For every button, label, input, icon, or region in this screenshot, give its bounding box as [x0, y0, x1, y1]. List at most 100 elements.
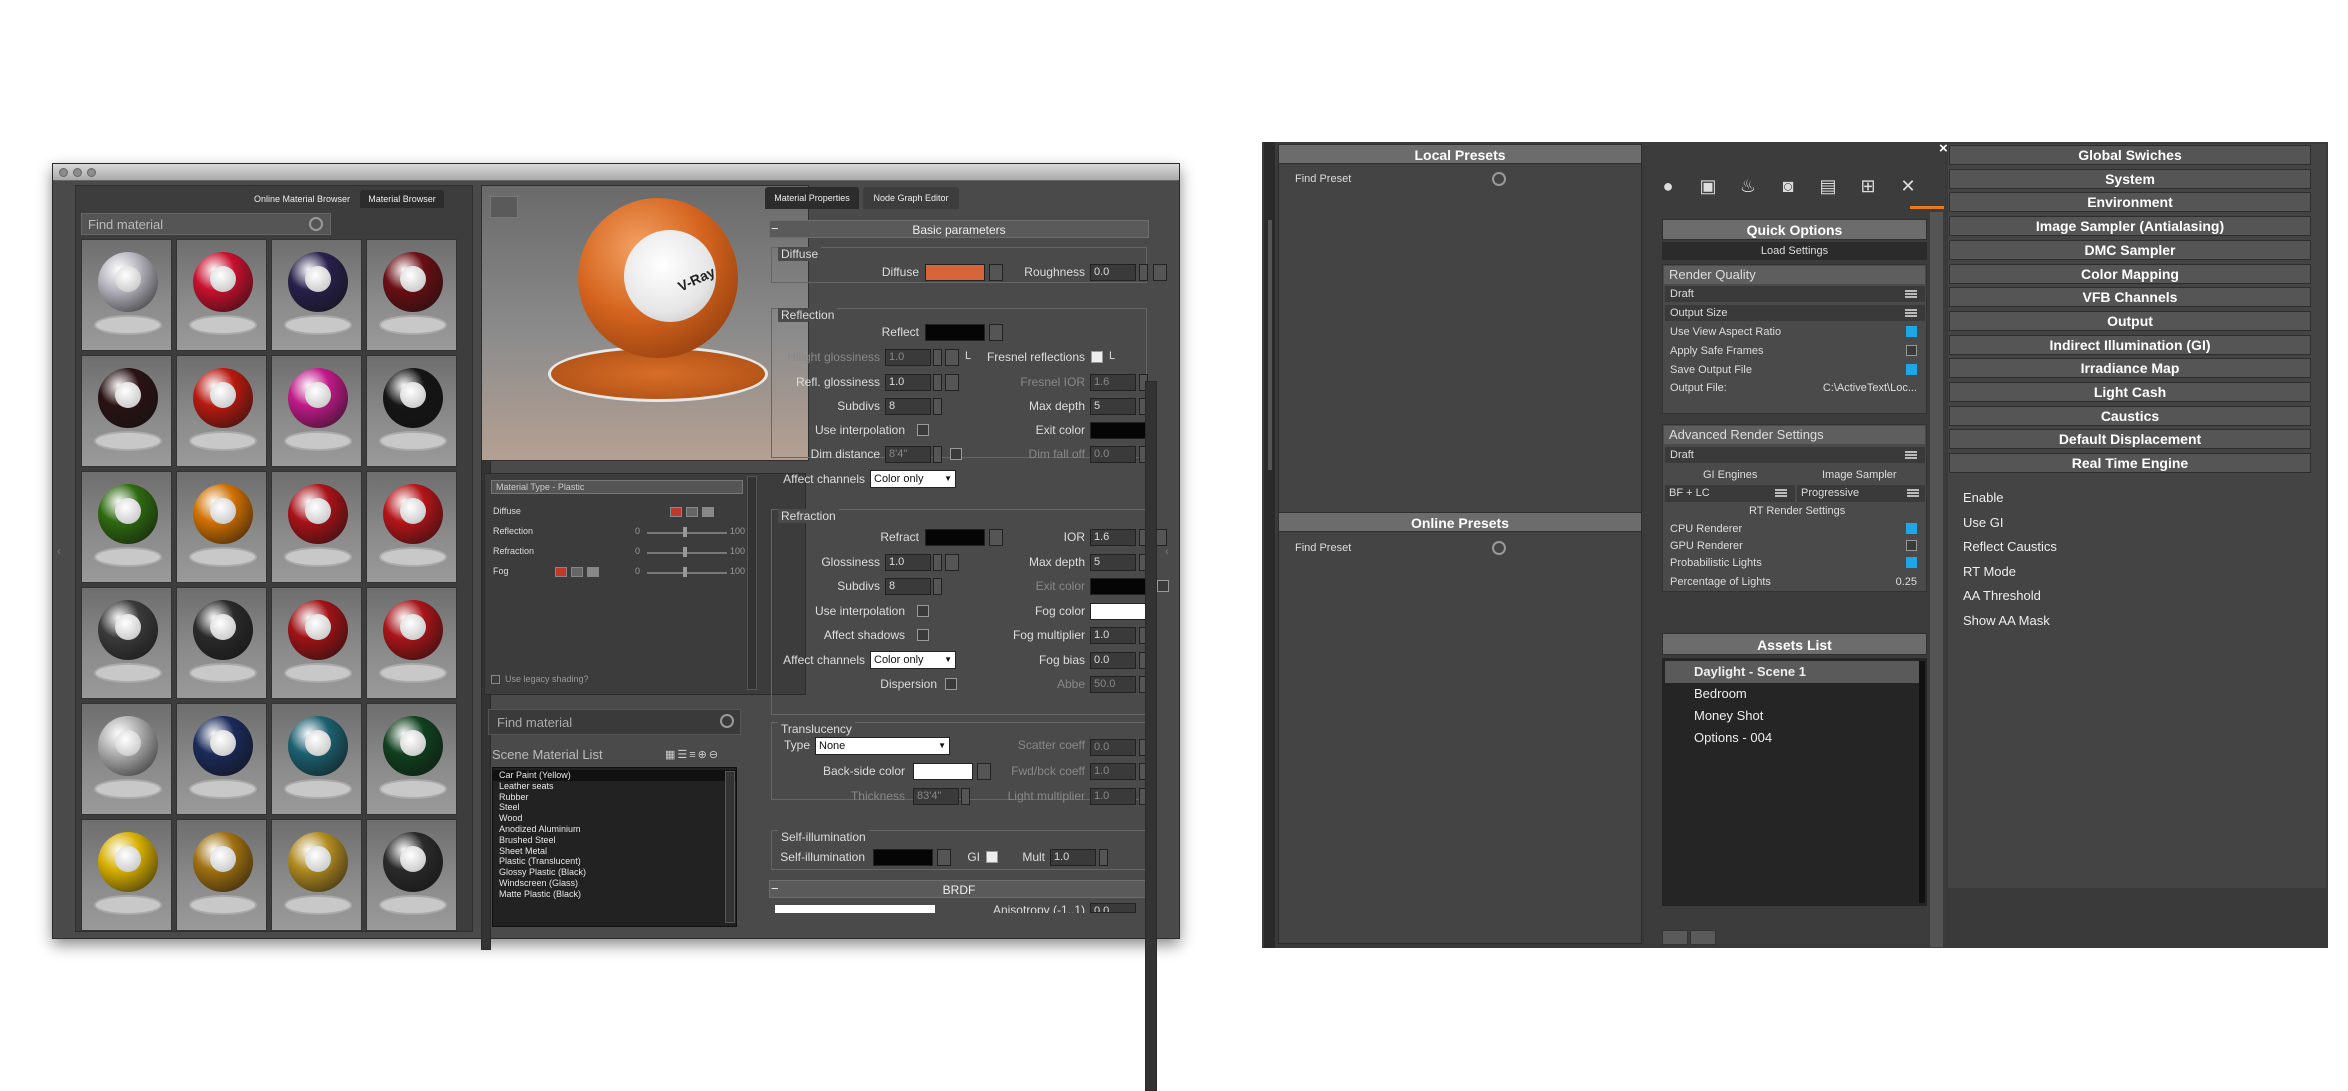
checkbox-checked[interactable] [1906, 557, 1917, 568]
abbe-input[interactable]: 50.0 [1090, 676, 1136, 693]
material-swatch[interactable] [271, 587, 362, 699]
global-switch-8[interactable]: Indirect Illumination (GI) [1949, 334, 2311, 355]
layer-map-button[interactable] [702, 507, 714, 517]
online-find-preset-input[interactable]: Find Preset [1295, 542, 1351, 554]
refl-max-depth-input[interactable]: 5 [1090, 398, 1136, 415]
refr-affect-channels-select[interactable]: Color only ▼ [870, 651, 956, 669]
tools-icon[interactable]: ✕ [1896, 174, 1920, 198]
layer-slider[interactable] [647, 552, 727, 554]
scene-search-icon[interactable] [720, 714, 734, 728]
online-search-icon[interactable] [1492, 541, 1506, 555]
refl-glossiness-map-button[interactable] [945, 374, 959, 391]
reflect-map-button[interactable] [989, 324, 1003, 341]
checkbox-checked[interactable] [1906, 523, 1917, 534]
lights-pct-value[interactable]: 0.25 [1896, 574, 1917, 590]
material-swatch[interactable] [366, 355, 457, 467]
fog-multiplier-input[interactable]: 1.0 [1090, 627, 1136, 644]
scene-material-item[interactable]: Anodized Aluminium [499, 824, 736, 835]
global-switch-4[interactable]: DMC Sampler [1949, 239, 2311, 260]
layer-map-button[interactable] [571, 567, 583, 577]
layer-color-button[interactable] [670, 507, 682, 517]
gi-menu-icon[interactable] [1775, 489, 1787, 497]
hilight-glossiness-input[interactable]: 1.0 [885, 349, 931, 366]
row-menu-icon[interactable] [1905, 309, 1917, 317]
global-switch-9[interactable]: Irradiance Map [1949, 358, 2311, 379]
global-switch-0[interactable]: Global Swiches [1949, 145, 2311, 165]
refl-glossiness-spinner[interactable] [933, 374, 942, 391]
real-time-engine-item[interactable]: Reflect Caustics [1963, 539, 2057, 554]
ior-input[interactable]: 1.6 [1090, 529, 1136, 546]
refl-affect-channels-select[interactable]: Color only ▼ [870, 470, 956, 488]
material-swatch[interactable] [81, 819, 172, 931]
row-menu-icon[interactable] [1905, 290, 1917, 298]
refr-subdivs-spinner[interactable] [933, 578, 942, 595]
scene-material-item[interactable]: Wood [499, 813, 736, 824]
draft-menu-icon[interactable] [1905, 451, 1917, 459]
hilight-glossiness-spinner[interactable] [933, 349, 942, 366]
material-swatch[interactable] [176, 239, 267, 351]
fresnel-lock-button[interactable]: L [1109, 350, 1115, 362]
scatter-coeff-input[interactable]: 0.0 [1090, 739, 1136, 756]
diffuse-map-button[interactable] [989, 264, 1003, 281]
scene-material-item[interactable]: Glossy Plastic (Black) [499, 867, 736, 878]
layer-slider[interactable] [647, 532, 727, 534]
material-swatch[interactable] [366, 471, 457, 583]
refl-use-interpolation-checkbox[interactable] [917, 424, 929, 436]
real-time-engine-item[interactable]: Show AA Mask [1963, 613, 2050, 628]
global-switch-10[interactable]: Light Cash [1949, 382, 2311, 402]
self-illumination-map-button[interactable] [937, 849, 951, 866]
legacy-shading-checkbox[interactable] [491, 675, 500, 684]
settings-scrollbar[interactable] [1930, 212, 1943, 947]
global-switch-11[interactable]: Caustics [1949, 405, 2311, 426]
assets-page-button-2[interactable] [1690, 930, 1716, 945]
bulb-icon[interactable]: ♨ [1736, 174, 1760, 198]
assets-page-button-1[interactable] [1662, 930, 1688, 945]
left-scroll-thumb[interactable] [1268, 220, 1272, 470]
material-swatch[interactable] [176, 703, 267, 815]
rt-setting-row[interactable]: GPU Renderer [1665, 538, 1925, 554]
tab-material-browser[interactable]: Material Browser [360, 190, 444, 208]
document-icon[interactable]: ▤ [1816, 174, 1840, 198]
asset-item[interactable]: Options - 004 [1694, 730, 1772, 745]
scene-find-material-input[interactable]: Find material [488, 709, 741, 735]
rt-setting-row[interactable]: Probabilistic Lights [1665, 555, 1925, 571]
roughness-input[interactable]: 0.0 [1090, 264, 1136, 281]
refr-exit-color-swatch[interactable] [1090, 578, 1150, 595]
thickness-input[interactable]: 83'4" [913, 788, 959, 805]
affect-shadows-checkbox[interactable] [917, 629, 929, 641]
dim-distance-checkbox[interactable] [950, 448, 962, 460]
material-swatch[interactable] [366, 819, 457, 931]
layers-scrollbar[interactable] [747, 476, 757, 690]
camera-icon[interactable]: ◙ [1776, 174, 1800, 198]
material-swatch[interactable] [366, 703, 457, 815]
local-search-icon[interactable] [1492, 172, 1506, 186]
checkbox-checked[interactable] [1906, 364, 1917, 375]
scene-material-item[interactable]: Brushed Steel [499, 835, 736, 846]
scene-material-item[interactable]: Car Paint (Yellow) [493, 770, 736, 781]
fresnel-reflections-checkbox[interactable] [1091, 351, 1103, 363]
refract-color-swatch[interactable] [925, 529, 985, 546]
scene-list-scrollbar[interactable] [725, 771, 735, 923]
render-quality-row[interactable]: Draft [1665, 286, 1925, 302]
material-swatch[interactable] [271, 239, 362, 351]
asset-item[interactable]: Daylight - Scene 1 [1694, 664, 1806, 679]
brdf-header[interactable]: BRDF [769, 880, 1149, 898]
tab-online-material-browser[interactable]: Online Material Browser [248, 190, 356, 208]
basic-parameters-header[interactable]: Basic parameters [769, 220, 1149, 238]
material-swatch[interactable] [176, 587, 267, 699]
scene-material-item[interactable]: Matte Plastic (Black) [499, 889, 736, 900]
image-icon[interactable]: ▣ [1696, 174, 1720, 198]
assets-scrollbar[interactable] [1919, 661, 1925, 903]
list-view-icons[interactable]: ▦☰≡⊕⊖ [665, 748, 720, 761]
material-swatch[interactable] [81, 239, 172, 351]
global-switch-13[interactable]: Real Time Engine [1949, 453, 2311, 474]
asset-item[interactable]: Bedroom [1694, 686, 1747, 701]
fog-color-swatch[interactable] [1090, 603, 1150, 620]
light-multiplier-input[interactable]: 1.0 [1090, 788, 1136, 805]
tab-node-graph-editor[interactable]: Node Graph Editor [863, 187, 959, 209]
refr-exit-color-checkbox[interactable] [1157, 580, 1169, 592]
material-swatch[interactable] [271, 819, 362, 931]
material-swatch[interactable] [271, 471, 362, 583]
global-switch-5[interactable]: Color Mapping [1949, 263, 2311, 284]
material-swatch[interactable] [271, 355, 362, 467]
